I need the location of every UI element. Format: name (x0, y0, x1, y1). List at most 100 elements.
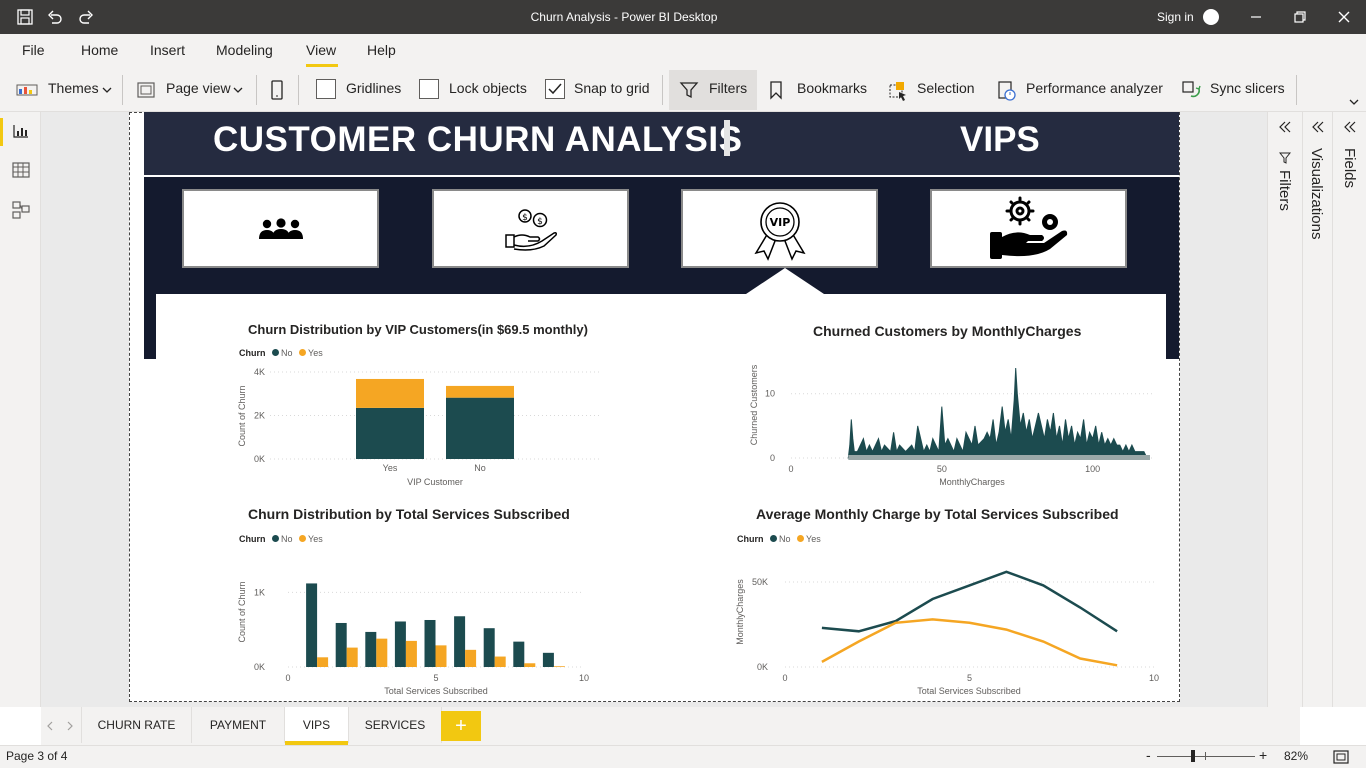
y-axis-label: Churned Customers (749, 364, 759, 445)
collapse-ribbon-icon[interactable] (1348, 97, 1360, 107)
x-tick-label: 100 (1085, 464, 1100, 474)
x-tick-label: 5 (967, 673, 972, 683)
chart-title-avgcharge: Average Monthly Charge by Total Services… (756, 506, 1119, 522)
status-bar: Page 3 of 4 - + 82% (0, 745, 1366, 768)
bar-no (365, 631, 377, 667)
add-page-button[interactable]: + (441, 711, 481, 741)
chart-services-plot[interactable]: 0K 1K 0 5 10 Total Services Subscribed Count o… (232, 560, 612, 700)
sync-slicers-button[interactable]: Sync slicers (1210, 80, 1285, 96)
ribbon-divider (662, 75, 663, 105)
nav-payment-button[interactable]: $ $ (432, 189, 629, 268)
menu-home[interactable]: Home (81, 42, 118, 58)
tab-vips[interactable]: VIPS (285, 707, 349, 745)
title-divider (724, 120, 730, 156)
chart-avgcharge-plot[interactable]: 0K 50K 0 5 10 Total Services Subscribed Monthl… (730, 560, 1170, 700)
bar-yes (376, 638, 388, 667)
lock-objects-checkbox[interactable] (419, 79, 439, 99)
scroll-tabs-right-icon[interactable] (66, 721, 74, 731)
bar-yes (356, 378, 424, 408)
menu-view[interactable]: View (306, 42, 336, 58)
expand-filters-icon[interactable] (1278, 121, 1292, 133)
active-view-indicator (0, 118, 3, 146)
model-view-icon[interactable] (12, 201, 30, 219)
chart-title-vip: Churn Distribution by VIP Customers(in $… (248, 322, 588, 337)
fields-pane[interactable]: Fields (1332, 112, 1366, 707)
nav-services-button[interactable] (930, 189, 1127, 268)
report-header: CUSTOMER CHURN ANALYSIS VIPS (144, 112, 1179, 175)
report-view-icon[interactable] (12, 123, 30, 139)
legend-title: Churn (239, 348, 266, 358)
nav-churn-rate-button[interactable] (182, 189, 379, 268)
gridlines-checkbox[interactable] (316, 79, 336, 99)
expand-visualizations-icon[interactable] (1311, 121, 1325, 133)
chevron-down-icon[interactable] (102, 85, 112, 95)
chart-vip-plot[interactable]: 0K 2K 4K Yes No VIP Customer Count of Churn (232, 362, 612, 492)
tab-payment[interactable]: PAYMENT (192, 707, 285, 743)
bar-no (306, 583, 318, 667)
chart-title-services: Churn Distribution by Total Services Sub… (248, 506, 570, 522)
scroll-tabs-left-icon[interactable] (46, 721, 54, 731)
performance-analyzer-button[interactable]: Performance analyzer (1026, 80, 1163, 96)
chart-legend-services: Churn No Yes (239, 534, 323, 544)
x-tick-label: No (474, 463, 486, 473)
visualizations-pane-label[interactable]: Visualizations (1308, 148, 1325, 239)
money-hand-icon: $ $ (505, 209, 557, 251)
menu-insert[interactable]: Insert (150, 42, 185, 58)
tab-services[interactable]: SERVICES (349, 707, 442, 743)
restore-icon[interactable] (1293, 10, 1307, 24)
data-view-icon[interactable] (12, 162, 30, 178)
selection-button[interactable]: Selection (917, 80, 975, 96)
filters-label[interactable]: Filters (709, 80, 747, 96)
page-tabs: CHURN RATE PAYMENT VIPS SERVICES (41, 707, 1300, 745)
zoom-slider-thumb[interactable] (1191, 750, 1195, 762)
bar-yes (446, 385, 514, 398)
zoom-out-button[interactable]: - (1146, 747, 1151, 763)
nav-vips-button[interactable]: VIP (681, 189, 878, 268)
menu-modeling[interactable]: Modeling (216, 42, 273, 58)
zoom-in-button[interactable]: + (1259, 747, 1267, 763)
page-indicator: Page 3 of 4 (6, 749, 68, 763)
visualizations-pane[interactable]: Visualizations (1302, 112, 1332, 707)
filters-pane[interactable]: Filters (1267, 112, 1302, 707)
bar-no (356, 407, 424, 459)
bar-yes (494, 656, 506, 667)
zoom-slider-track[interactable] (1157, 756, 1255, 757)
y-tick-label: 0K (254, 662, 265, 672)
close-icon[interactable] (1337, 10, 1351, 24)
ribbon-divider (122, 75, 123, 105)
themes-button[interactable]: Themes (48, 80, 99, 96)
snap-to-grid-checkbox[interactable] (545, 79, 565, 99)
chevron-down-icon[interactable] (233, 85, 243, 95)
chart-title-monthly: Churned Customers by MonthlyCharges (813, 323, 1082, 339)
legend-yes-label: Yes (308, 534, 323, 544)
y-tick-label: 2K (254, 411, 265, 421)
sign-in-link[interactable]: Sign in (1157, 10, 1194, 24)
legend-title: Churn (239, 534, 266, 544)
x-axis-label: Total Services Subscribed (384, 686, 488, 696)
avatar[interactable] (1203, 9, 1219, 25)
bar-no (335, 622, 347, 667)
bookmarks-button[interactable]: Bookmarks (797, 80, 867, 96)
expand-fields-icon[interactable] (1343, 121, 1357, 133)
menu-help[interactable]: Help (367, 42, 396, 58)
x-tick-label: 5 (433, 673, 438, 683)
fit-to-page-icon[interactable] (1333, 750, 1349, 764)
legend-no-marker (770, 535, 778, 542)
menu-bar: File Home Insert Modeling View Help (0, 34, 1366, 68)
legend-no-label: No (281, 534, 293, 544)
chart-monthly-plot[interactable]: 0100 50 100MonthlyChargesChurned Customers (745, 360, 1165, 492)
page-view-button[interactable]: Page view (166, 80, 231, 96)
tab-churn-rate[interactable]: CHURN RATE (81, 707, 192, 743)
bar-no (394, 621, 406, 667)
mobile-layout-icon[interactable] (268, 79, 286, 101)
zoom-slider-tick (1205, 752, 1206, 760)
minimize-icon[interactable] (1249, 10, 1263, 24)
menu-file[interactable]: File (22, 42, 45, 58)
fields-pane-label[interactable]: Fields (1341, 148, 1358, 188)
y-axis-label: Count of Churn (237, 385, 247, 446)
filters-pane-label[interactable]: Filters (1276, 170, 1293, 211)
line-series-yes (821, 618, 1118, 667)
x-tick-label: Yes (383, 463, 398, 473)
filter-icon (679, 82, 699, 99)
zoom-level[interactable]: 82% (1284, 749, 1308, 763)
